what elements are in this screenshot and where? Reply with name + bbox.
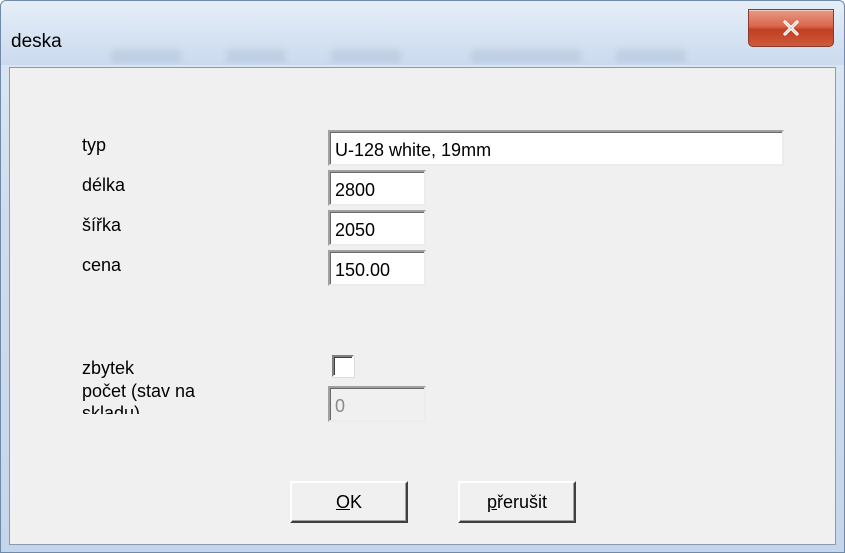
ok-label-rest: K	[350, 491, 363, 512]
sirka-input[interactable]	[328, 210, 426, 246]
typ-input[interactable]	[328, 130, 784, 166]
dialog-client-area: typ délka šířka cena zbytek počet (stav …	[9, 67, 836, 545]
title-bar-blur	[226, 49, 286, 63]
pocet-label-line2: skladu)	[82, 403, 141, 414]
typ-label: typ	[82, 135, 107, 155]
title-bar[interactable]: deska	[1, 1, 844, 65]
cancel-mnemonic: p	[486, 491, 497, 512]
close-icon	[783, 20, 799, 36]
title-bar-blur	[331, 49, 401, 63]
title-bar-blur	[111, 49, 181, 63]
cena-label: cena	[82, 255, 122, 275]
zbytek-label: zbytek	[82, 358, 135, 378]
pocet-label-clip: skladu)	[82, 402, 282, 414]
pocet-label-line1: počet (stav na	[82, 381, 196, 401]
pocet-input	[328, 386, 426, 422]
sirka-label: šířka	[82, 215, 122, 235]
close-button[interactable]	[748, 9, 834, 47]
title-bar-blur	[616, 49, 686, 63]
window-title: deska	[11, 31, 62, 52]
cancel-button[interactable]: p řerušit	[458, 481, 576, 523]
delka-input[interactable]	[328, 170, 426, 206]
zbytek-checkbox[interactable]	[332, 355, 354, 377]
title-bar-blur	[471, 49, 581, 63]
cancel-label-rest: řerušit	[497, 491, 548, 512]
cena-input[interactable]	[328, 250, 426, 286]
ok-mnemonic: O	[335, 491, 350, 512]
ok-button[interactable]: OK	[290, 481, 408, 523]
delka-label: délka	[82, 175, 126, 195]
dialog-window: deska typ délka šířka cena zbytek počet …	[0, 0, 845, 553]
